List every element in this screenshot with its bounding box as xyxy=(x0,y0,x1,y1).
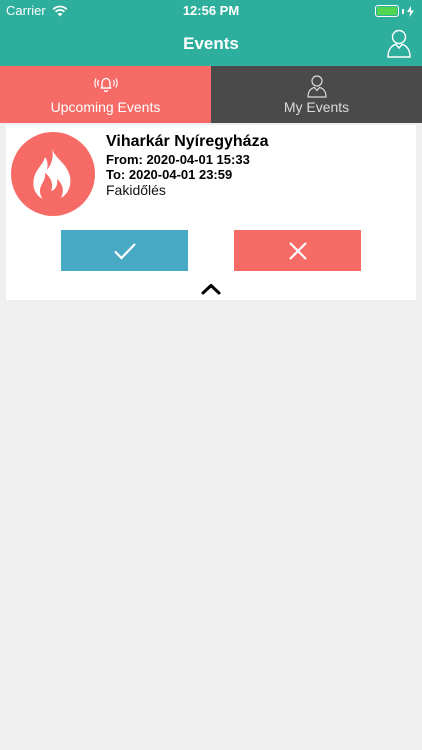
event-description: Fakidőlés xyxy=(106,182,166,198)
chevron-up-icon[interactable] xyxy=(200,282,222,296)
tab-my-events[interactable]: My Events xyxy=(211,66,422,123)
event-card: Viharkár Nyíregyháza From: 2020-04-01 15… xyxy=(6,125,416,300)
page-title: Events xyxy=(183,34,239,53)
charging-bolt-icon xyxy=(407,5,414,17)
event-end-time: To: 2020-04-01 23:59 xyxy=(106,167,233,182)
tab-upcoming-events[interactable]: Upcoming Events xyxy=(0,66,211,123)
person-outline-icon xyxy=(306,75,327,98)
tab-bar: Upcoming Events My Events xyxy=(0,66,422,123)
decline-button[interactable] xyxy=(234,230,361,271)
battery-icon xyxy=(375,5,399,17)
checkmark-icon xyxy=(113,242,136,260)
battery-indicator xyxy=(375,5,414,17)
event-title: Viharkár Nyíregyháza xyxy=(106,133,269,150)
event-avatar xyxy=(11,132,95,216)
event-start-time: From: 2020-04-01 15:33 xyxy=(106,152,250,167)
clock: 12:56 PM xyxy=(182,3,240,18)
fire-icon xyxy=(33,148,71,199)
tab-label: Upcoming Events xyxy=(50,99,161,115)
accept-button[interactable] xyxy=(61,230,188,271)
profile-icon[interactable] xyxy=(386,28,412,58)
status-bar: Carrier 12:56 PM xyxy=(0,0,422,22)
bell-ringing-icon xyxy=(93,77,118,93)
header: Carrier 12:56 PM Events xyxy=(0,0,422,66)
close-icon xyxy=(288,241,307,260)
tab-label: My Events xyxy=(283,99,350,115)
